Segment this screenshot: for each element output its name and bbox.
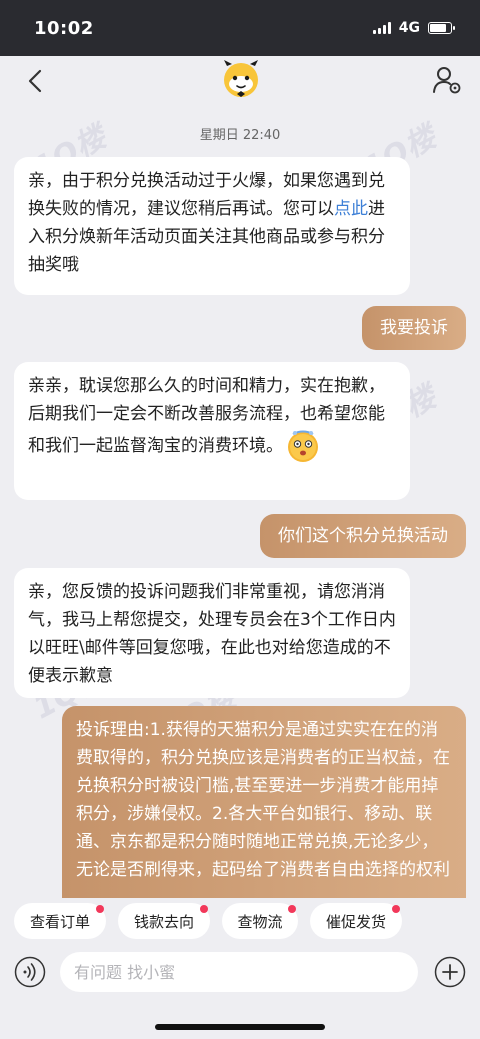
quick-action-track-shipment[interactable]: 查物流	[222, 903, 298, 939]
quick-action-view-orders[interactable]: 查看订单	[14, 903, 106, 939]
chip-label: 钱款去向	[133, 912, 194, 931]
chip-label: 催促发货	[325, 912, 386, 931]
back-arrow-icon[interactable]	[20, 66, 50, 96]
status-indicators: 4G	[372, 20, 455, 36]
nav-bar	[0, 56, 480, 108]
chip-label: 查看订单	[29, 912, 90, 931]
chip-label: 查物流	[237, 912, 283, 931]
plus-icon[interactable]	[434, 956, 466, 988]
message-bubble-bot: 亲亲，耽误您那么久的时间和精力，实在抱歉，后期我们一定会不断改善服务流程，也希望…	[14, 362, 410, 500]
battery-icon	[428, 22, 455, 34]
message-bubble-bot: 亲，由于积分兑换活动过于火爆，如果您遇到兑换失败的情况，建议您稍后再试。您可以点…	[14, 157, 410, 295]
status-bar: 10:02 4G	[0, 0, 480, 56]
badge-dot	[288, 905, 296, 913]
message-text: 我要投诉	[380, 318, 448, 338]
message-bubble-bot: 亲，您反馈的投诉问题我们非常重视，请您消消气，我马上帮您提交，处理专员会在3个工…	[14, 568, 410, 698]
message-text: 投诉理由:1.获得的天猫积分是通过实实在在的消费取得的，积分兑换应该是消费者的正…	[76, 720, 450, 880]
network-label: 4G	[398, 20, 420, 36]
message-text: 亲，由于积分兑换活动过于火爆，如果您遇到兑换失败的情况，建议您稍后再试。您可以	[28, 171, 385, 219]
message-text: 亲，您反馈的投诉问题我们非常重视，请您消消气，我马上帮您提交，处理专员会在3个工…	[28, 582, 396, 686]
home-indicator[interactable]	[155, 1024, 325, 1030]
badge-dot	[96, 905, 104, 913]
quick-action-refund-status[interactable]: 钱款去向	[118, 903, 210, 939]
profile-settings-icon[interactable]	[432, 65, 462, 95]
message-bubble-user: 我要投诉	[362, 306, 466, 350]
message-text: 亲亲，耽误您那么久的时间和精力，实在抱歉，后期我们一定会不断改善服务流程，也希望…	[28, 376, 385, 456]
signal-icon	[372, 22, 391, 34]
status-time: 10:02	[34, 17, 94, 39]
quick-actions-bar: 查看订单 钱款去向 查物流 催促发货	[0, 898, 480, 944]
bot-avatar-icon[interactable]	[220, 58, 262, 100]
message-bubble-user: 投诉理由:1.获得的天猫积分是通过实实在在的消费取得的，积分兑换应该是消费者的正…	[62, 706, 466, 898]
chat-area[interactable]: 1Q楼 1Q楼 1Q楼 1Q楼 1Q楼 星期日 22:40 亲，由于积分兑换活动…	[0, 108, 480, 898]
quick-action-urge-shipping[interactable]: 催促发货	[310, 903, 402, 939]
badge-dot	[200, 905, 208, 913]
badge-dot	[392, 905, 400, 913]
voice-icon[interactable]	[14, 956, 46, 988]
message-bubble-user: 你们这个积分兑换活动	[260, 514, 466, 558]
message-input[interactable]	[60, 952, 418, 992]
dizzy-face-emoji-icon	[285, 428, 321, 464]
chat-timestamp: 星期日 22:40	[199, 128, 281, 143]
input-bar	[0, 944, 480, 1039]
activity-link[interactable]: 点此	[334, 199, 368, 219]
message-text: 你们这个积分兑换活动	[278, 526, 448, 546]
